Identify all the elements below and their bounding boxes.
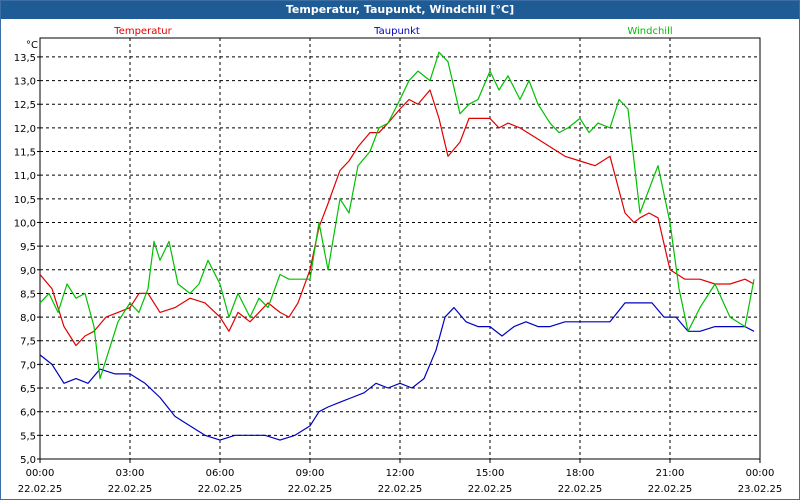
- line-chart: 5,0 5,5 6,0 6,5 7,0 7,5 8,0 8,5 9,0 9,5 10,0 10,5 11…: [14, 26, 783, 495]
- legend-temperatur: Temperatur: [113, 26, 172, 37]
- y-tick-label: 12,0: [14, 124, 36, 135]
- y-tick-label: 13,5: [14, 53, 36, 64]
- x-tick-label-date: 22.02.25: [288, 484, 333, 495]
- x-tick-label-time: 09:00: [296, 468, 325, 479]
- y-tick-label: 10,0: [14, 218, 36, 229]
- x-tick-label-time: 12:00: [386, 468, 415, 479]
- y-tick-label: 11,5: [14, 148, 36, 159]
- y-tick-label: 8,5: [20, 289, 36, 300]
- x-tick-label-date: 22.02.25: [558, 484, 603, 495]
- y-tick-label: 6,0: [20, 408, 36, 419]
- y-tick-label: 11,0: [14, 171, 36, 182]
- y-tick-label: 7,5: [20, 337, 36, 348]
- y-tick-label: 13,0: [14, 77, 36, 88]
- legend-windchill: Windchill: [627, 26, 672, 37]
- x-tick-label-date: 22.02.25: [378, 484, 423, 495]
- y-tick-label: 5,5: [20, 431, 36, 442]
- x-tick-label-time: 00:00: [746, 468, 775, 479]
- y-tick-label: 7,0: [20, 360, 36, 371]
- y-tick-label: 10,5: [14, 195, 36, 206]
- legend-taupunkt: Taupunkt: [373, 26, 420, 37]
- x-tick-label-time: 21:00: [656, 468, 685, 479]
- x-tick-label-date: 23.02.25: [738, 484, 783, 495]
- x-tick-label-time: 00:00: [26, 468, 55, 479]
- y-tick-label: 12,5: [14, 100, 36, 111]
- x-tick-label-date: 22.02.25: [18, 484, 63, 495]
- y-tick-label: 9,5: [20, 242, 36, 253]
- x-tick-label-time: 18:00: [566, 468, 595, 479]
- x-tick-label-time: 06:00: [206, 468, 235, 479]
- x-tick-label-date: 22.02.25: [198, 484, 243, 495]
- x-tick-label-date: 22.02.25: [108, 484, 153, 495]
- y-tick-label: 8,0: [20, 313, 36, 324]
- x-tick-label-date: 22.02.25: [648, 484, 693, 495]
- x-tick-label-date: 22.02.25: [468, 484, 513, 495]
- x-tick-label-time: 15:00: [476, 468, 505, 479]
- x-tick-label-time: 03:00: [116, 468, 145, 479]
- y-tick-label: 9,0: [20, 266, 36, 277]
- y-axis-label: °C: [26, 40, 38, 51]
- y-tick-label: 6,5: [20, 384, 36, 395]
- y-tick-label: 5,0: [20, 455, 36, 466]
